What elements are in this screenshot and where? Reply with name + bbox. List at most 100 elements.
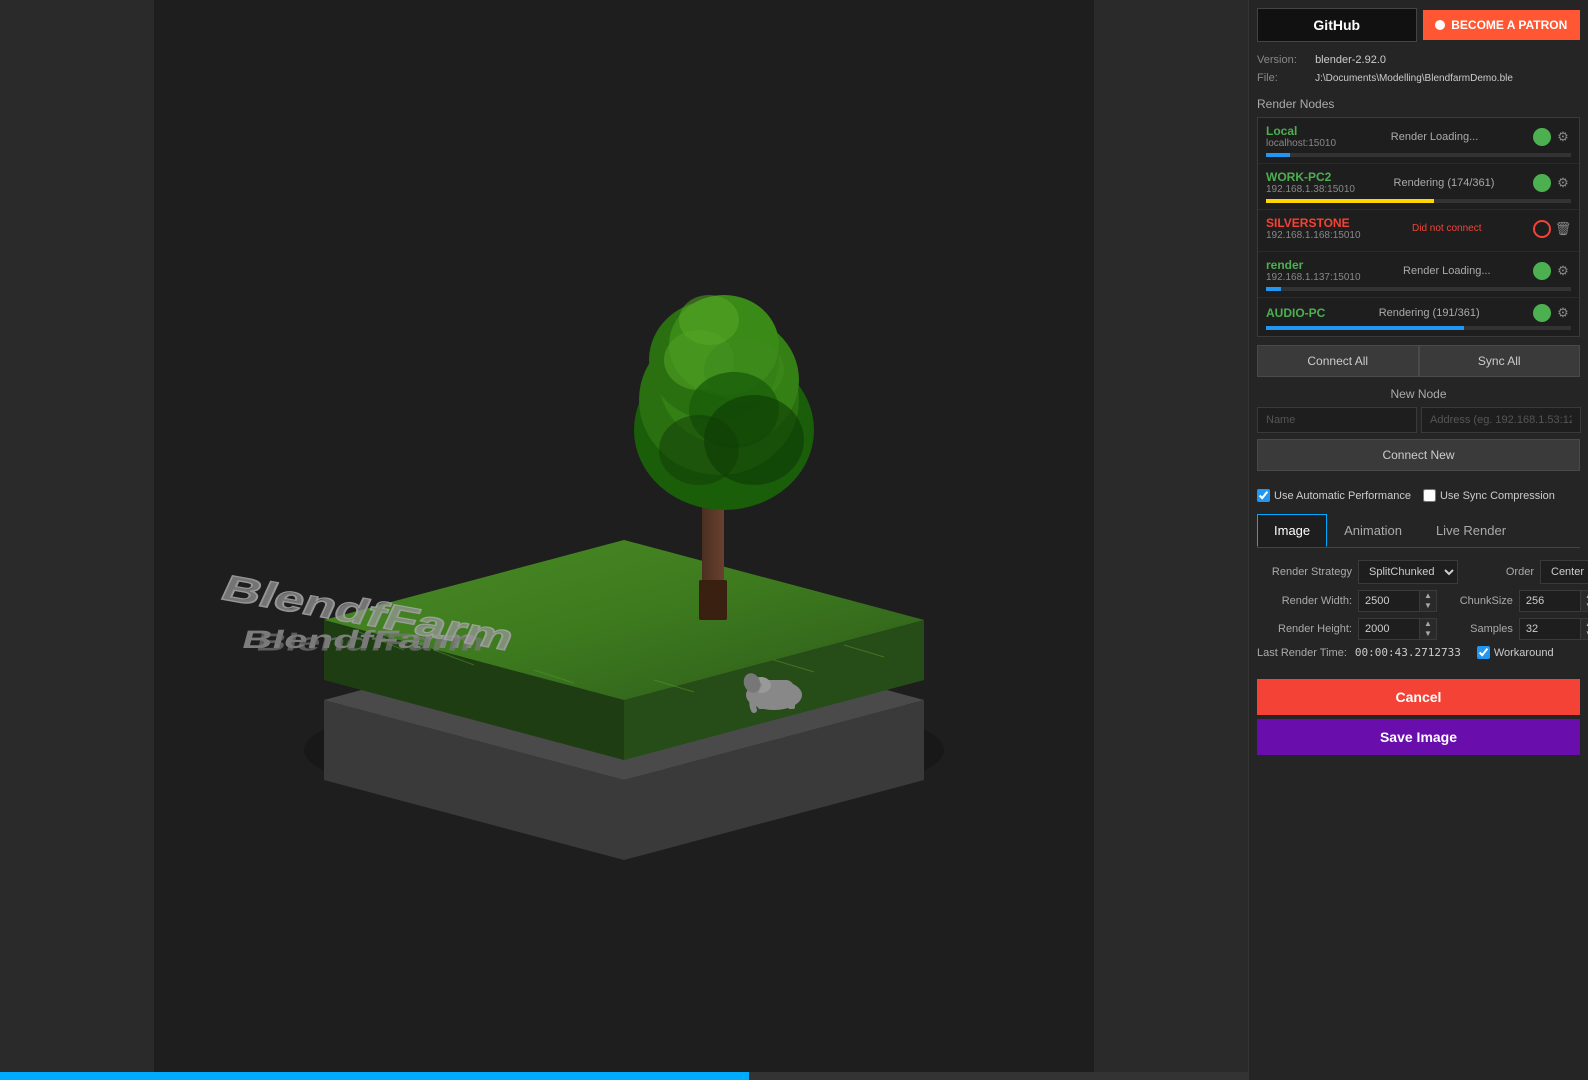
- samples-input[interactable]: [1520, 619, 1580, 639]
- sync-compression-checkbox-item[interactable]: Use Sync Compression: [1423, 489, 1555, 502]
- node-name-audio-pc: AUDIO-PC: [1266, 306, 1325, 320]
- node-status-local: Render Loading...: [1336, 131, 1533, 143]
- node-progress-audio-pc: [1266, 326, 1571, 330]
- render-nodes-title: Render Nodes: [1257, 97, 1580, 111]
- node-info-local: Local localhost:15010: [1266, 124, 1336, 149]
- node-row-render: render 192.168.1.137:15010 Render Loadin…: [1258, 252, 1579, 298]
- chunksize-down-btn[interactable]: ▼: [1581, 601, 1588, 611]
- tab-image[interactable]: Image: [1257, 514, 1327, 547]
- width-down-btn[interactable]: ▼: [1420, 601, 1436, 611]
- height-label: Render Height:: [1257, 623, 1352, 635]
- status-circle-work-pc2[interactable]: [1533, 174, 1551, 192]
- node-controls-audio-pc: ⚙: [1533, 304, 1571, 322]
- file-label: File:: [1257, 70, 1312, 88]
- chunksize-input[interactable]: [1520, 591, 1580, 611]
- tab-live-render[interactable]: Live Render: [1419, 514, 1523, 547]
- chunksize-spinners: ▲ ▼: [1580, 591, 1588, 611]
- samples-down-btn[interactable]: ▼: [1581, 629, 1588, 639]
- height-input-group: ▲ ▼: [1358, 618, 1437, 640]
- node-header-audio-pc: AUDIO-PC Rendering (191/361) ⚙: [1266, 304, 1571, 322]
- node-progress-local: [1266, 153, 1571, 157]
- tabs-row: ImageAnimationLive Render: [1257, 514, 1580, 548]
- node-name-silverstone: SILVERSTONE: [1266, 216, 1361, 230]
- order-select[interactable]: Center Random: [1540, 560, 1588, 584]
- sync-compression-checkbox[interactable]: [1423, 489, 1436, 502]
- render-settings: Render Strategy SplitChunked SplitSize O…: [1257, 560, 1580, 669]
- auto-performance-checkbox[interactable]: [1257, 489, 1270, 502]
- last-render-label: Last Render Time:: [1257, 647, 1347, 659]
- node-name-local: Local: [1266, 124, 1336, 138]
- node-row-silverstone: SILVERSTONE 192.168.1.168:15010 Did not …: [1258, 210, 1579, 252]
- node-address-work-pc2: 192.168.1.38:15010: [1266, 184, 1355, 195]
- render-time-row: Last Render Time: 00:00:43.2712733 Worka…: [1257, 646, 1580, 659]
- node-header-render: render 192.168.1.137:15010 Render Loadin…: [1266, 258, 1571, 283]
- right-panel: GitHub BECOME A PATRON Version: blender-…: [1248, 0, 1588, 1080]
- node-row-audio-pc: AUDIO-PC Rendering (191/361) ⚙: [1258, 298, 1579, 336]
- auto-performance-checkbox-item[interactable]: Use Automatic Performance: [1257, 489, 1411, 502]
- width-up-btn[interactable]: ▲: [1420, 591, 1436, 601]
- gear-icon-work-pc2[interactable]: ⚙: [1555, 175, 1571, 191]
- connect-new-button[interactable]: Connect New: [1257, 439, 1580, 471]
- height-down-btn[interactable]: ▼: [1420, 629, 1436, 639]
- patron-button[interactable]: BECOME A PATRON: [1423, 10, 1581, 40]
- node-controls-silverstone: 🗑: [1533, 220, 1571, 238]
- node-header-work-pc2: WORK-PC2 192.168.1.38:15010 Rendering (1…: [1266, 170, 1571, 195]
- status-circle-render[interactable]: [1533, 262, 1551, 280]
- cancel-button[interactable]: Cancel: [1257, 679, 1580, 715]
- gear-icon-local[interactable]: ⚙: [1555, 129, 1571, 145]
- new-node-address-input[interactable]: [1421, 407, 1581, 433]
- samples-spinners: ▲ ▼: [1580, 619, 1588, 639]
- node-status-work-pc2: Rendering (174/361): [1355, 177, 1533, 189]
- status-circle-local[interactable]: [1533, 128, 1551, 146]
- github-button[interactable]: GitHub: [1257, 8, 1417, 42]
- width-input[interactable]: [1359, 591, 1419, 611]
- node-header-local: Local localhost:15010 Render Loading... …: [1266, 124, 1571, 149]
- connect-all-button[interactable]: Connect All: [1257, 345, 1419, 377]
- status-circle-audio-pc[interactable]: [1533, 304, 1551, 322]
- node-address-local: localhost:15010: [1266, 138, 1336, 149]
- node-address-render: 192.168.1.137:15010: [1266, 272, 1361, 283]
- strategy-select[interactable]: SplitChunked SplitSize: [1358, 560, 1458, 584]
- node-info-silverstone: SILVERSTONE 192.168.1.168:15010: [1266, 216, 1361, 241]
- trash-icon-silverstone[interactable]: 🗑: [1555, 221, 1571, 237]
- samples-up-btn[interactable]: ▲: [1581, 619, 1588, 629]
- workaround-checkbox[interactable]: [1477, 646, 1490, 659]
- width-spinners: ▲ ▼: [1419, 591, 1436, 611]
- height-up-btn[interactable]: ▲: [1420, 619, 1436, 629]
- node-info-work-pc2: WORK-PC2 192.168.1.38:15010: [1266, 170, 1355, 195]
- node-name-render: render: [1266, 258, 1361, 272]
- version-label: Version:: [1257, 52, 1312, 70]
- chunksize-label: ChunkSize: [1443, 595, 1513, 607]
- tab-animation[interactable]: Animation: [1327, 514, 1419, 547]
- new-node-title: New Node: [1257, 387, 1580, 401]
- render-nodes-wrapper: Local localhost:15010 Render Loading... …: [1257, 117, 1580, 345]
- sync-compression-label: Use Sync Compression: [1440, 490, 1555, 502]
- patron-label: BECOME A PATRON: [1451, 18, 1567, 32]
- version-value: blender-2.92.0: [1315, 54, 1386, 66]
- node-status-silverstone: Did not connect: [1361, 223, 1533, 234]
- node-progress-render: [1266, 287, 1571, 291]
- node-info-render: render 192.168.1.137:15010: [1266, 258, 1361, 283]
- checkbox-row: Use Automatic Performance Use Sync Compr…: [1257, 489, 1580, 502]
- workaround-checkbox-item[interactable]: Workaround: [1477, 646, 1554, 659]
- width-input-group: ▲ ▼: [1358, 590, 1437, 612]
- node-address-silverstone: 192.168.1.168:15010: [1266, 230, 1361, 241]
- gear-icon-audio-pc[interactable]: ⚙: [1555, 305, 1571, 321]
- render-progress-bar: [0, 1072, 1248, 1080]
- save-image-button[interactable]: Save Image: [1257, 719, 1580, 755]
- status-circle-silverstone[interactable]: [1533, 220, 1551, 238]
- gear-icon-render[interactable]: ⚙: [1555, 263, 1571, 279]
- sync-all-button[interactable]: Sync All: [1419, 345, 1581, 377]
- height-input[interactable]: [1359, 619, 1419, 639]
- new-node-name-input[interactable]: [1257, 407, 1417, 433]
- order-group: Order Center Random: [1464, 560, 1588, 584]
- samples-input-group: ▲ ▼: [1519, 618, 1588, 640]
- node-row-work-pc2: WORK-PC2 192.168.1.38:15010 Rendering (1…: [1258, 164, 1579, 210]
- node-header-silverstone: SILVERSTONE 192.168.1.168:15010 Did not …: [1266, 216, 1571, 241]
- last-render-value: 00:00:43.2712733: [1355, 646, 1461, 659]
- node-progress-work-pc2: [1266, 199, 1571, 203]
- node-controls-local: ⚙: [1533, 128, 1571, 146]
- chunksize-up-btn[interactable]: ▲: [1581, 591, 1588, 601]
- auto-performance-label: Use Automatic Performance: [1274, 490, 1411, 502]
- node-action-buttons: Connect All Sync All: [1257, 345, 1580, 377]
